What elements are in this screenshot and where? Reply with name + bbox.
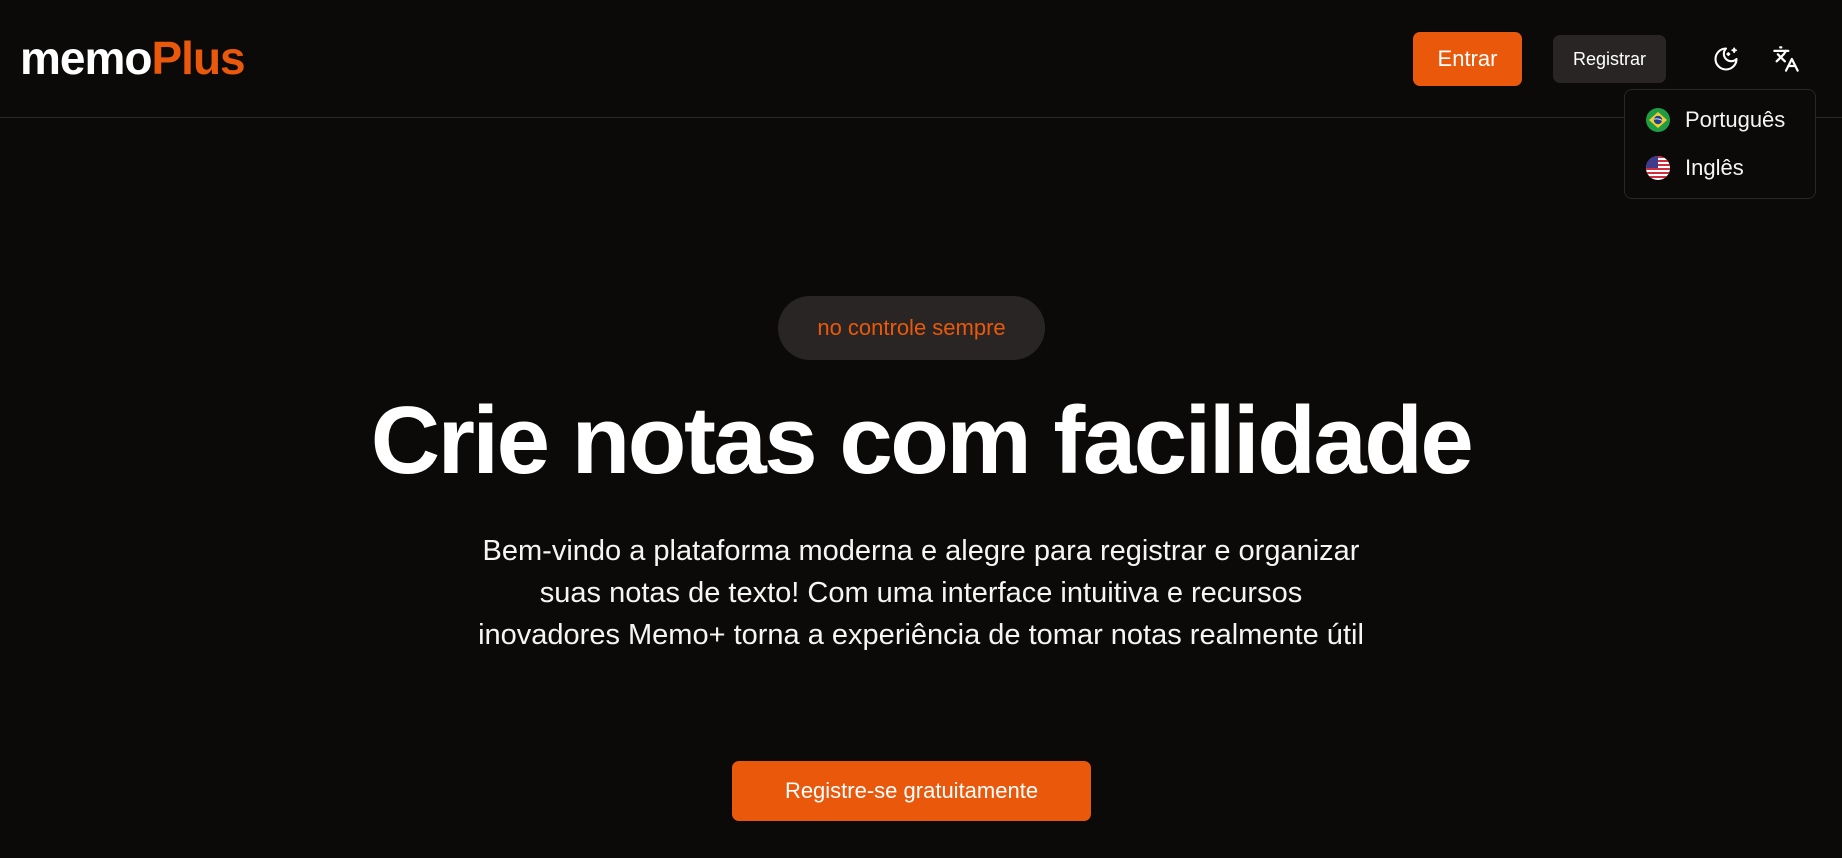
translate-icon xyxy=(1773,46,1799,72)
register-free-button[interactable]: Registre-se gratuitamente xyxy=(732,761,1091,821)
hero-title: Crie notas com facilidade xyxy=(370,387,1474,494)
moon-stars-icon xyxy=(1714,47,1738,71)
language-toggle-button[interactable] xyxy=(1766,39,1806,79)
register-button[interactable]: Registrar xyxy=(1553,35,1666,83)
hero-badge: no controle sempre xyxy=(778,296,1045,360)
theme-toggle-button[interactable] xyxy=(1706,39,1746,79)
login-button[interactable]: Entrar xyxy=(1413,32,1522,86)
hero-description: Bem-vindo a plataforma moderna e alegre … xyxy=(478,535,1364,651)
logo-text-memo: memo xyxy=(20,32,152,84)
hero-section: no controle sempre Crie notas com facili… xyxy=(0,118,1842,858)
logo-text-plus: Plus xyxy=(151,32,245,84)
top-navigation-bar: memoPlus Entrar Registrar xyxy=(0,0,1842,118)
logo[interactable]: memoPlus xyxy=(20,30,246,86)
